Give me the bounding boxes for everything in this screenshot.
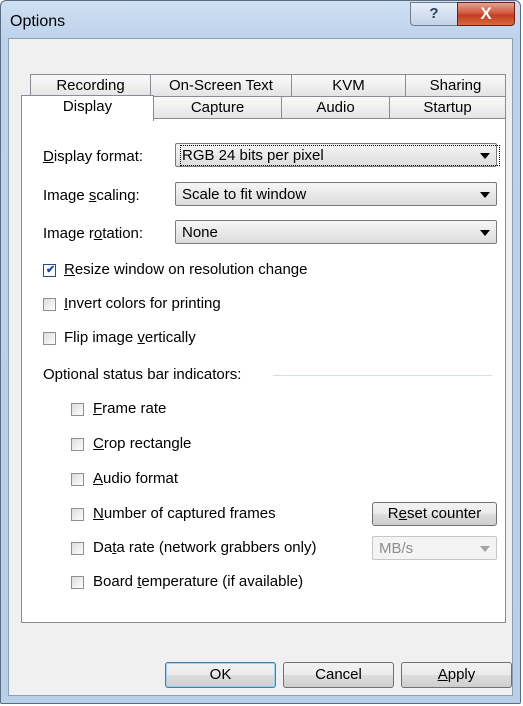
display-format-value: RGB 24 bits per pixel xyxy=(180,145,500,166)
chevron-down-icon xyxy=(480,546,490,552)
board-temperature-label[interactable]: Board temperature (if available) xyxy=(93,573,303,590)
chevron-down-icon xyxy=(480,230,490,236)
status-indicators-group-label: Optional status bar indicators: xyxy=(43,366,242,383)
frame-rate-label[interactable]: Frame rate xyxy=(93,400,166,417)
window-title: Options xyxy=(10,13,66,30)
captured-frames-checkbox[interactable] xyxy=(71,508,84,521)
resize-window-label[interactable]: Resize window on resolution change xyxy=(64,261,308,278)
invert-colors-label[interactable]: Invert colors for printing xyxy=(64,295,221,312)
check-icon: ✔ xyxy=(46,264,56,276)
image-rotation-label: Image rotation: xyxy=(43,225,144,242)
data-rate-unit-value: MB/s xyxy=(379,540,414,557)
chevron-down-icon xyxy=(480,153,490,159)
tab-sharing[interactable]: Sharing xyxy=(405,74,506,96)
display-format-select[interactable]: RGB 24 bits per pixel xyxy=(175,143,500,167)
tab-startup[interactable]: Startup xyxy=(389,96,506,119)
tab-display[interactable]: Display xyxy=(21,95,154,121)
data-rate-unit-select[interactable]: MB/s xyxy=(372,536,497,560)
audio-format-checkbox[interactable] xyxy=(71,473,84,486)
image-scaling-label: Image scaling: xyxy=(43,187,140,204)
group-divider xyxy=(273,375,492,376)
tab-capture[interactable]: Capture xyxy=(153,96,282,119)
frame-rate-checkbox[interactable] xyxy=(71,403,84,416)
help-button[interactable]: ? xyxy=(410,2,458,26)
tab-on-screen-text[interactable]: On-Screen Text xyxy=(150,74,292,96)
ok-button[interactable]: OK xyxy=(165,662,276,688)
reset-counter-button[interactable]: Reset counter xyxy=(372,502,497,526)
board-temperature-checkbox[interactable] xyxy=(71,576,84,589)
captured-frames-label[interactable]: Number of captured frames xyxy=(93,505,276,522)
data-rate-checkbox[interactable] xyxy=(71,542,84,555)
image-scaling-value: Scale to fit window xyxy=(182,186,307,203)
image-rotation-select[interactable]: None xyxy=(175,220,497,244)
display-format-label: Display format: xyxy=(43,148,144,165)
apply-button[interactable]: Apply xyxy=(401,662,512,688)
close-button[interactable]: X xyxy=(457,2,515,26)
chevron-down-icon xyxy=(480,192,490,198)
flip-image-label[interactable]: Flip image vertically xyxy=(64,329,196,346)
crop-rectangle-label[interactable]: Crop rectangle xyxy=(93,435,191,452)
data-rate-label[interactable]: Data rate (network grabbers only) xyxy=(93,539,316,556)
cancel-button[interactable]: Cancel xyxy=(283,662,394,688)
image-rotation-value: None xyxy=(182,224,218,241)
invert-colors-checkbox[interactable] xyxy=(43,298,56,311)
resize-window-checkbox[interactable]: ✔ xyxy=(43,264,56,277)
tab-kvm[interactable]: KVM xyxy=(291,74,406,96)
flip-image-checkbox[interactable] xyxy=(43,332,56,345)
crop-rectangle-checkbox[interactable] xyxy=(71,438,84,451)
tab-audio[interactable]: Audio xyxy=(281,96,390,119)
tab-recording[interactable]: Recording xyxy=(30,74,151,96)
audio-format-label[interactable]: Audio format xyxy=(93,470,178,487)
image-scaling-select[interactable]: Scale to fit window xyxy=(175,182,497,206)
